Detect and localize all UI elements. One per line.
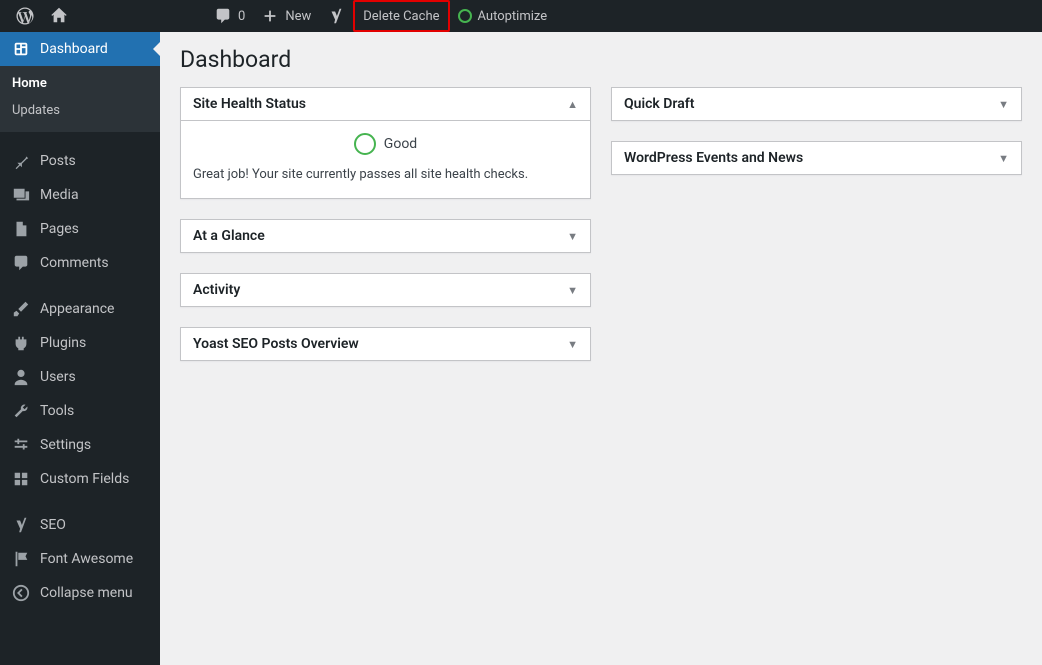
sidebar-item-posts[interactable]: Posts	[0, 144, 160, 178]
widget-yoast: Yoast SEO Posts Overview ▼	[180, 327, 591, 361]
dashboard-icon	[12, 40, 30, 58]
sidebar-label: Appearance	[40, 301, 114, 317]
wrench-icon	[12, 402, 30, 420]
sidebar-item-users[interactable]: Users	[0, 360, 160, 394]
sidebar-label: Collapse menu	[40, 585, 133, 601]
user-icon	[12, 368, 30, 386]
sidebar-label: Users	[40, 369, 76, 385]
sidebar-label: Comments	[40, 255, 109, 271]
comment-icon	[12, 254, 30, 272]
yoast-icon	[12, 516, 30, 534]
sidebar-item-media[interactable]: Media	[0, 178, 160, 212]
yoast-icon	[327, 7, 345, 25]
sidebar-label: Settings	[40, 437, 91, 453]
comment-icon	[214, 7, 232, 25]
wordpress-icon	[16, 7, 34, 25]
sidebar-label: Pages	[40, 221, 79, 237]
autoptimize-link[interactable]: Autoptimize	[450, 0, 556, 32]
sidebar-item-comments[interactable]: Comments	[0, 246, 160, 280]
sidebar-item-pages[interactable]: Pages	[0, 212, 160, 246]
sidebar-item-tools[interactable]: Tools	[0, 394, 160, 428]
sidebar-label: Tools	[40, 403, 74, 419]
grid-icon	[12, 470, 30, 488]
delete-cache-label: Delete Cache	[363, 9, 439, 24]
sidebar-item-appearance[interactable]: Appearance	[0, 292, 160, 326]
dashboard-col-left: Site Health Status ▲ Good Great job! You…	[180, 87, 591, 361]
sidebar-label: Dashboard	[40, 41, 108, 57]
delete-cache-button[interactable]: Delete Cache	[353, 0, 449, 32]
widget-header[interactable]: At a Glance ▼	[181, 220, 590, 252]
plus-icon	[261, 7, 279, 25]
collapse-menu[interactable]: Collapse menu	[0, 576, 160, 610]
sidebar-label: Plugins	[40, 335, 86, 351]
wp-logo[interactable]	[8, 0, 42, 32]
admin-sidebar: Dashboard Home Updates Posts Media Pages…	[0, 32, 160, 665]
brush-icon	[12, 300, 30, 318]
widget-title: Yoast SEO Posts Overview	[193, 336, 359, 352]
widget-title: At a Glance	[193, 228, 265, 244]
sidebar-label: Posts	[40, 153, 76, 169]
collapse-icon	[12, 584, 30, 602]
chevron-down-icon: ▼	[998, 98, 1009, 111]
submenu-home[interactable]: Home	[0, 70, 160, 97]
dashboard-submenu: Home Updates	[0, 66, 160, 132]
widget-title: Activity	[193, 282, 240, 298]
submenu-updates[interactable]: Updates	[0, 97, 160, 124]
sidebar-label: Font Awesome	[40, 551, 133, 567]
widget-header[interactable]: Quick Draft ▼	[612, 88, 1021, 120]
page-icon	[12, 220, 30, 238]
status-message: Great job! Your site currently passes al…	[193, 167, 578, 182]
chevron-up-icon: ▲	[567, 98, 578, 111]
widget-header[interactable]: Activity ▼	[181, 274, 590, 306]
sidebar-item-seo[interactable]: SEO	[0, 508, 160, 542]
status-label: Good	[384, 136, 417, 152]
widget-site-health: Site Health Status ▲ Good Great job! You…	[180, 87, 591, 199]
main-content: Dashboard Site Health Status ▲ Good Grea…	[160, 32, 1042, 665]
dashboard-col-right: Quick Draft ▼ WordPress Events and News …	[611, 87, 1022, 361]
yoast-adminbar[interactable]	[319, 0, 353, 32]
sidebar-item-dashboard[interactable]: Dashboard	[0, 32, 160, 66]
site-home[interactable]	[42, 0, 76, 32]
widget-quick-draft: Quick Draft ▼	[611, 87, 1022, 121]
page-title: Dashboard	[180, 46, 1022, 73]
circle-icon	[458, 9, 472, 23]
media-icon	[12, 186, 30, 204]
sidebar-label: Custom Fields	[40, 471, 129, 487]
widget-title: Site Health Status	[193, 96, 306, 112]
widget-header[interactable]: WordPress Events and News ▼	[612, 142, 1021, 174]
sidebar-item-plugins[interactable]: Plugins	[0, 326, 160, 360]
widget-wp-events: WordPress Events and News ▼	[611, 141, 1022, 175]
sliders-icon	[12, 436, 30, 454]
comments-link[interactable]: 0	[206, 0, 253, 32]
flag-icon	[12, 550, 30, 568]
chevron-down-icon: ▼	[567, 284, 578, 297]
widget-activity: Activity ▼	[180, 273, 591, 307]
home-icon	[50, 7, 68, 25]
pin-icon	[12, 152, 30, 170]
new-content[interactable]: New	[253, 0, 319, 32]
widget-at-a-glance: At a Glance ▼	[180, 219, 591, 253]
widget-header[interactable]: Site Health Status ▲	[181, 88, 590, 121]
widget-title: Quick Draft	[624, 96, 694, 112]
sidebar-label: Media	[40, 187, 79, 203]
chevron-down-icon: ▼	[567, 338, 578, 351]
comments-count: 0	[238, 9, 245, 24]
widget-title: WordPress Events and News	[624, 150, 803, 166]
sidebar-label: SEO	[40, 517, 66, 533]
sidebar-item-custom-fields[interactable]: Custom Fields	[0, 462, 160, 496]
status-circle-icon	[354, 133, 376, 155]
admin-bar: 0 New Delete Cache Autoptimize	[0, 0, 1042, 32]
widget-body: Good Great job! Your site currently pass…	[181, 121, 590, 198]
chevron-down-icon: ▼	[998, 152, 1009, 165]
chevron-down-icon: ▼	[567, 230, 578, 243]
sidebar-item-settings[interactable]: Settings	[0, 428, 160, 462]
plugin-icon	[12, 334, 30, 352]
new-label: New	[285, 9, 311, 24]
sidebar-item-font-awesome[interactable]: Font Awesome	[0, 542, 160, 576]
widget-header[interactable]: Yoast SEO Posts Overview ▼	[181, 328, 590, 360]
autoptimize-label: Autoptimize	[478, 9, 548, 24]
